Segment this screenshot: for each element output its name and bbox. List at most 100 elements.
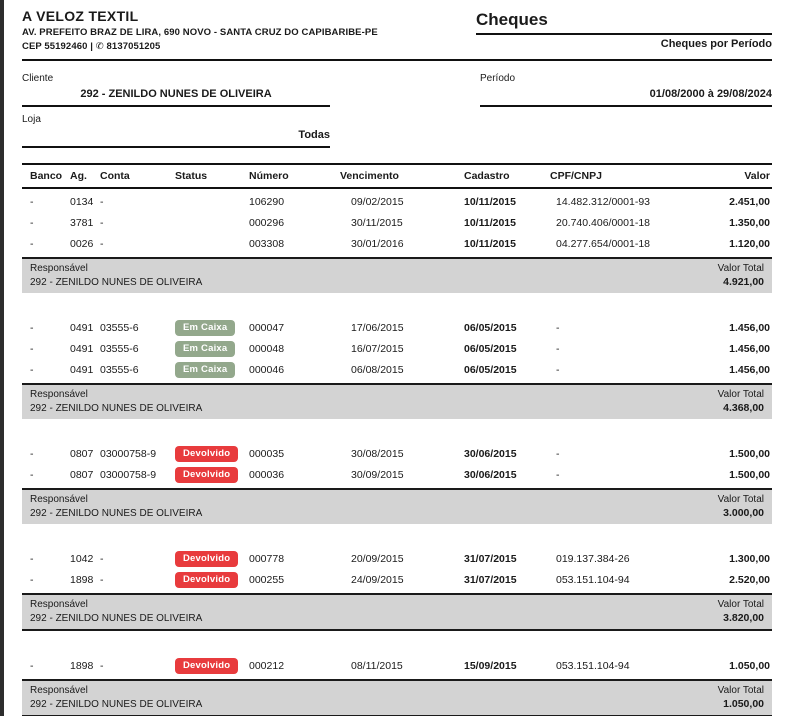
company-contact: CEP 55192460 | ✆ 8137051205	[22, 41, 378, 52]
cell-conta: 03000758-9	[100, 448, 175, 460]
cell-cadastro: 15/09/2015	[464, 660, 550, 672]
group-summary-band: Responsável 292 - ZENILDO NUNES DE OLIVE…	[22, 488, 772, 524]
cliente-value: 292 - ZENILDO NUNES DE OLIVEIRA	[22, 88, 330, 107]
table-row: - 0134 - 106290 09/02/2015 10/11/2015 14…	[22, 191, 772, 212]
check-groups: - 0134 - 106290 09/02/2015 10/11/2015 14…	[22, 191, 772, 716]
cell-numero: 000047	[249, 322, 340, 334]
table-row: - 3781 - 000296 30/11/2015 10/11/2015 20…	[22, 212, 772, 233]
cell-agencia: 0807	[70, 448, 100, 460]
group-summary-band: Responsável 292 - ZENILDO NUNES DE OLIVE…	[22, 257, 772, 293]
filters-section: Cliente 292 - ZENILDO NUNES DE OLIVEIRA …	[22, 73, 772, 148]
cell-cadastro: 10/11/2015	[464, 238, 550, 250]
group-rows: - 0491 03555-6 Em Caixa 000047 17/06/201…	[22, 317, 772, 380]
col-header-conta: Conta	[100, 170, 175, 182]
table-row: - 0491 03555-6 Em Caixa 000047 17/06/201…	[22, 317, 772, 338]
cell-status: Devolvido	[175, 572, 249, 588]
cell-cpf-cnpj: -	[550, 364, 690, 376]
cell-status: Em Caixa	[175, 341, 249, 357]
cell-vencimento: 30/08/2015	[340, 448, 464, 460]
cell-valor: 1.050,00	[690, 660, 772, 672]
cell-agencia: 0807	[70, 469, 100, 481]
cell-vencimento: 30/09/2015	[340, 469, 464, 481]
periodo-label: Período	[480, 73, 772, 84]
table-row: - 0807 03000758-9 Devolvido 000036 30/09…	[22, 464, 772, 485]
band-total-label: Valor Total	[718, 493, 764, 506]
cell-cadastro: 06/05/2015	[464, 343, 550, 355]
cell-banco: -	[22, 469, 70, 481]
cell-vencimento: 17/06/2015	[340, 322, 464, 334]
contact-separator: |	[90, 41, 93, 52]
col-header-status: Status	[175, 170, 249, 182]
band-total: Valor Total 1.050,00	[718, 684, 764, 711]
page-left-edge	[0, 0, 4, 716]
cell-status: Devolvido	[175, 551, 249, 567]
band-responsavel-label: Responsável	[30, 262, 202, 275]
cell-conta: 03555-6	[100, 343, 175, 355]
cell-cpf-cnpj: 14.482.312/0001-93	[550, 196, 690, 208]
header-rule	[22, 59, 772, 61]
table-header-row: Banco Ag. Conta Status Número Vencimento…	[22, 163, 772, 189]
band-responsavel-label: Responsável	[30, 598, 202, 611]
cell-banco: -	[22, 660, 70, 672]
band-total-label: Valor Total	[718, 598, 764, 611]
filters-left: Cliente 292 - ZENILDO NUNES DE OLIVEIRA …	[22, 73, 330, 148]
cell-agencia: 0026	[70, 238, 100, 250]
cell-vencimento: 24/09/2015	[340, 574, 464, 586]
cell-vencimento: 16/07/2015	[340, 343, 464, 355]
check-group: - 0491 03555-6 Em Caixa 000047 17/06/201…	[22, 317, 772, 419]
cell-vencimento: 20/09/2015	[340, 553, 464, 565]
cell-conta: 03555-6	[100, 322, 175, 334]
table-row: - 0807 03000758-9 Devolvido 000035 30/08…	[22, 443, 772, 464]
band-responsavel-name: 292 - ZENILDO NUNES DE OLIVEIRA	[30, 402, 202, 415]
band-responsavel: Responsável 292 - ZENILDO NUNES DE OLIVE…	[30, 598, 202, 625]
cell-conta: -	[100, 217, 175, 229]
table-row: - 0026 - 003308 30/01/2016 10/11/2015 04…	[22, 233, 772, 254]
band-total-label: Valor Total	[718, 388, 764, 401]
cell-status: Devolvido	[175, 446, 249, 462]
cell-cpf-cnpj: -	[550, 322, 690, 334]
band-responsavel-name: 292 - ZENILDO NUNES DE OLIVEIRA	[30, 698, 202, 711]
cell-cpf-cnpj: 019.137.384-26	[550, 553, 690, 565]
report-subtitle: Cheques por Período	[476, 38, 772, 50]
col-header-valor: Valor	[690, 170, 772, 182]
cell-valor: 1.120,00	[690, 238, 772, 250]
status-badge: Devolvido	[175, 446, 238, 462]
report-page: A VELOZ TEXTIL AV. PREFEITO BRAZ DE LIRA…	[0, 0, 794, 716]
filter-loja: Loja Todas	[22, 114, 330, 148]
band-total-value: 4.921,00	[718, 276, 764, 289]
band-responsavel: Responsável 292 - ZENILDO NUNES DE OLIVE…	[30, 684, 202, 711]
band-responsavel-label: Responsável	[30, 493, 202, 506]
cell-cadastro: 10/11/2015	[464, 196, 550, 208]
table-row: - 0491 03555-6 Em Caixa 000048 16/07/201…	[22, 338, 772, 359]
cell-numero: 000048	[249, 343, 340, 355]
cell-banco: -	[22, 448, 70, 460]
col-header-cadastro: Cadastro	[464, 170, 550, 182]
status-badge: Em Caixa	[175, 320, 235, 336]
cell-vencimento: 06/08/2015	[340, 364, 464, 376]
cell-cpf-cnpj: -	[550, 469, 690, 481]
filter-periodo: Período 01/08/2000 à 29/08/2024	[480, 73, 772, 107]
cell-cpf-cnpj: 04.277.654/0001-18	[550, 238, 690, 250]
col-header-banco: Banco	[22, 170, 70, 182]
filters-right: Período 01/08/2000 à 29/08/2024	[480, 73, 772, 148]
cell-numero: 000046	[249, 364, 340, 376]
company-phone: 8137051205	[107, 41, 161, 52]
band-responsavel-label: Responsável	[30, 388, 202, 401]
filter-cliente: Cliente 292 - ZENILDO NUNES DE OLIVEIRA	[22, 73, 330, 107]
cell-cpf-cnpj: 053.151.104-94	[550, 660, 690, 672]
cell-vencimento: 08/11/2015	[340, 660, 464, 672]
cell-vencimento: 30/11/2015	[340, 217, 464, 229]
table-row: - 1042 - Devolvido 000778 20/09/2015 31/…	[22, 548, 772, 569]
cell-banco: -	[22, 196, 70, 208]
cell-vencimento: 30/01/2016	[340, 238, 464, 250]
cell-valor: 1.456,00	[690, 364, 772, 376]
cell-conta: 03000758-9	[100, 469, 175, 481]
cell-agencia: 0491	[70, 343, 100, 355]
band-total-value: 3.000,00	[718, 507, 764, 520]
cell-agencia: 0491	[70, 322, 100, 334]
cell-cadastro: 30/06/2015	[464, 448, 550, 460]
status-badge: Devolvido	[175, 467, 238, 483]
cell-valor: 1.456,00	[690, 322, 772, 334]
group-summary-band: Responsável 292 - ZENILDO NUNES DE OLIVE…	[22, 383, 772, 419]
check-group: - 1898 - Devolvido 000212 08/11/2015 15/…	[22, 655, 772, 716]
